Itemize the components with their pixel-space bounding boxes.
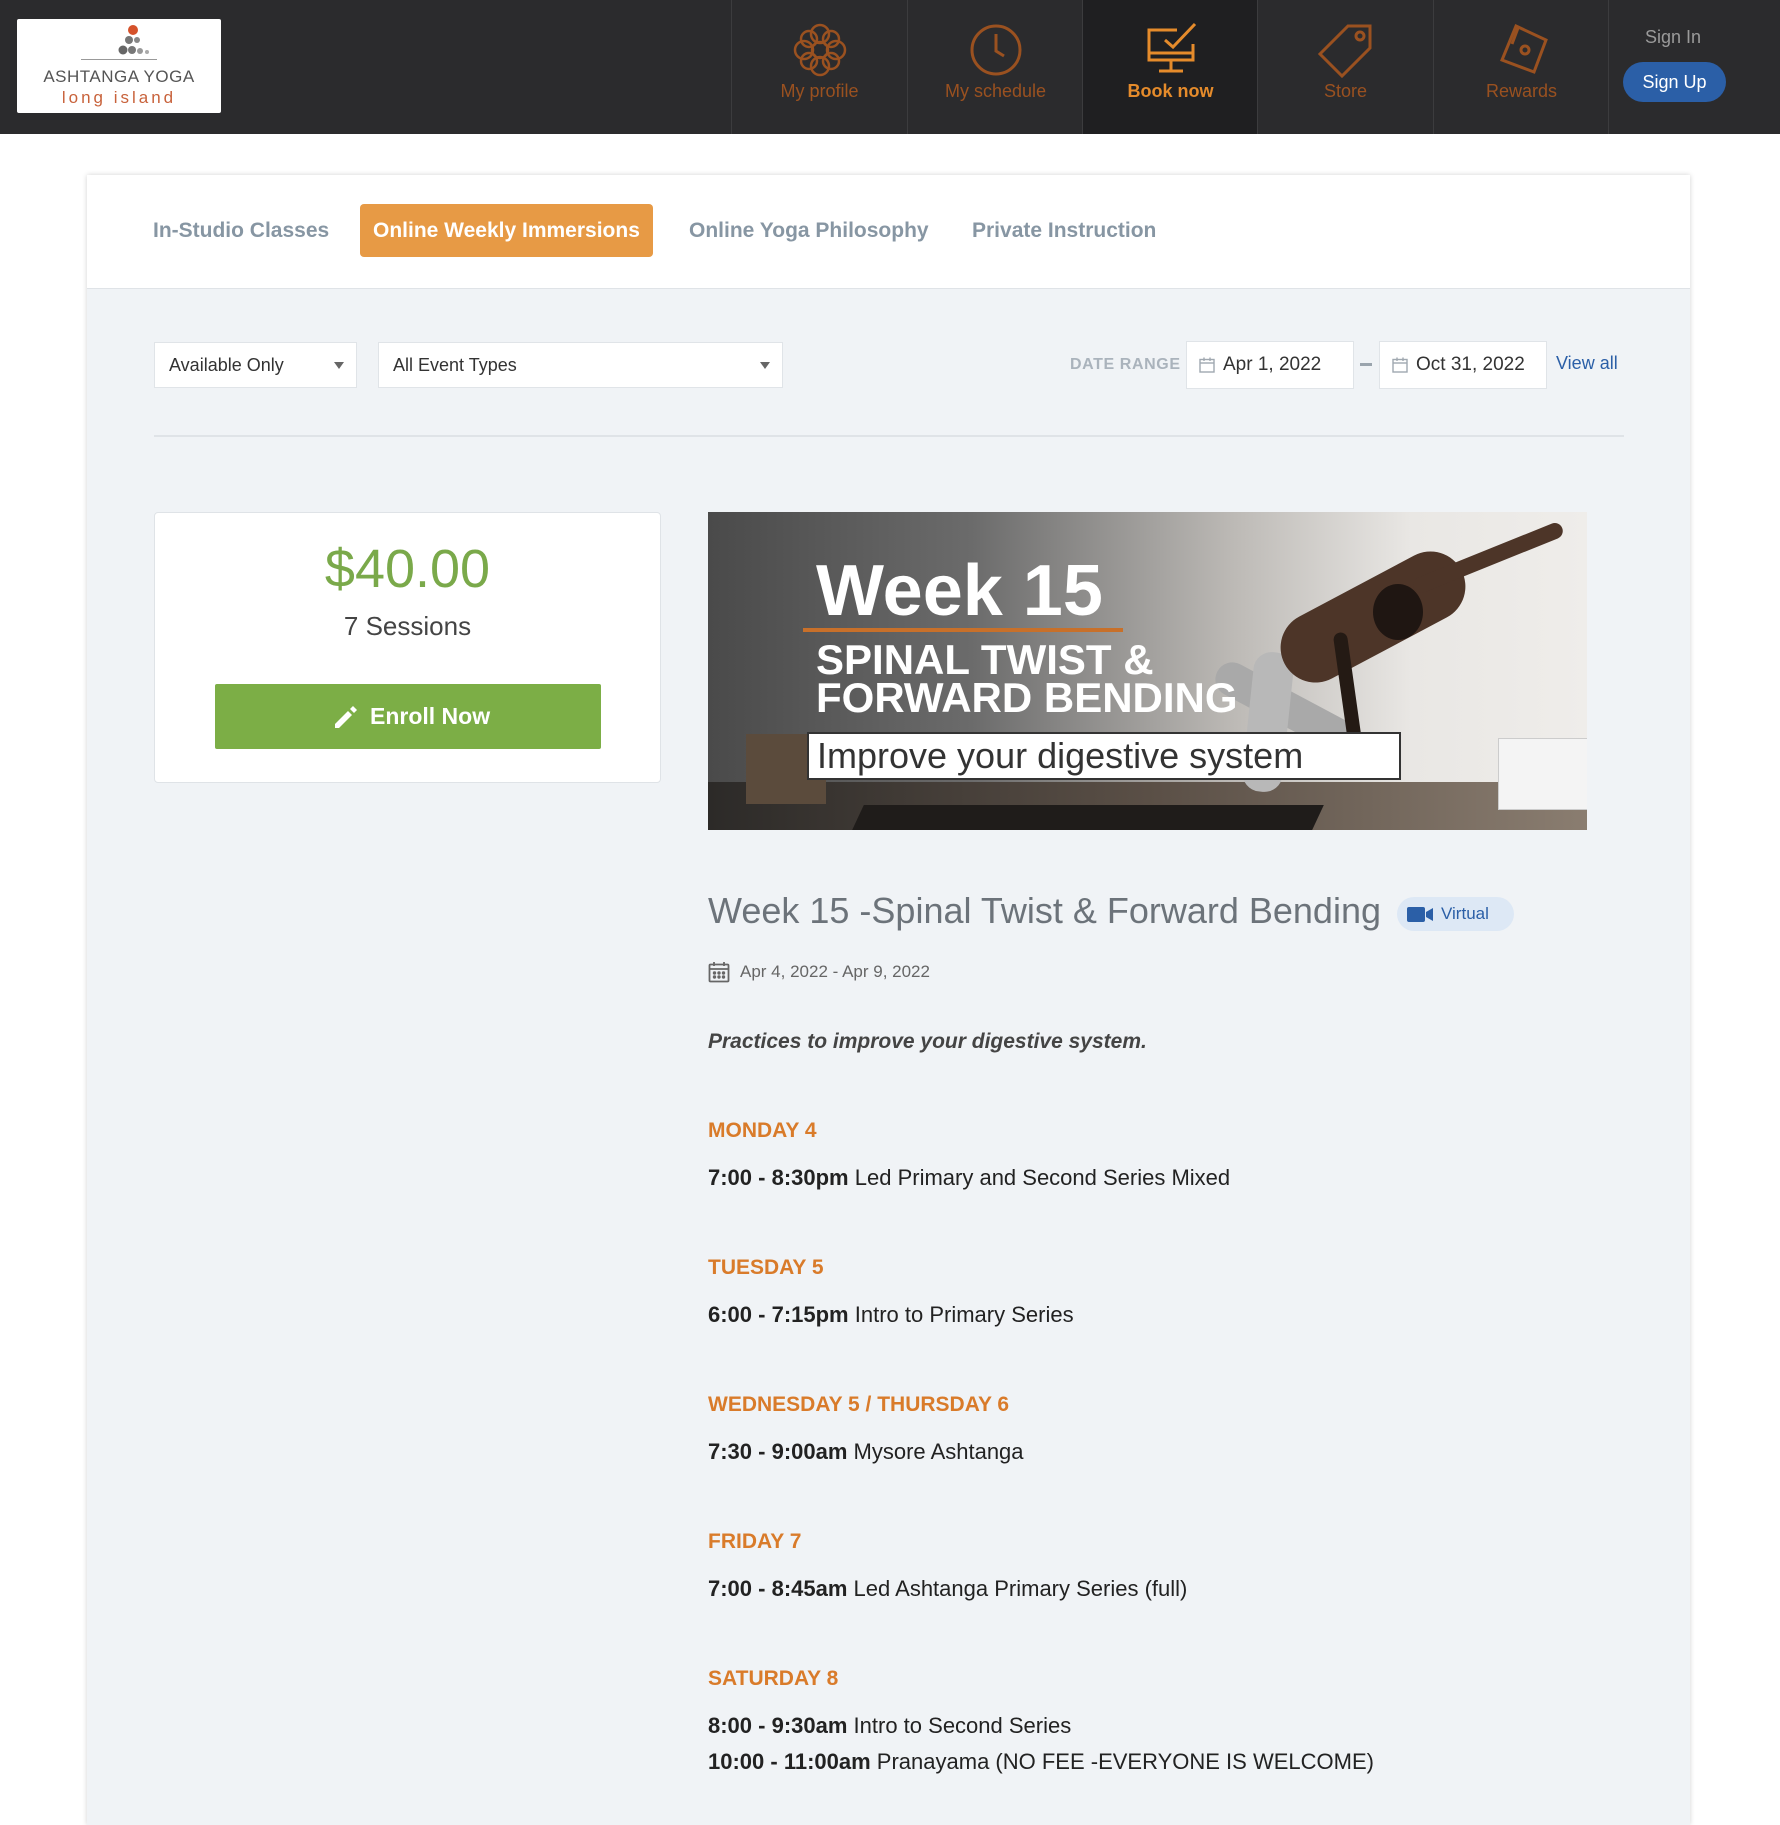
schedule-slot: 7:30 - 9:00am Mysore Ashtanga xyxy=(708,1434,1608,1470)
nav-label: My schedule xyxy=(944,81,1047,101)
slot-class-name: Led Ashtanga Primary Series (full) xyxy=(853,1576,1188,1601)
schedule-day: TUESDAY 5 6:00 - 7:15pm Intro to Primary… xyxy=(708,1252,1608,1389)
monitor-check-icon xyxy=(1147,22,1197,73)
date-range-dash xyxy=(1360,363,1372,366)
availability-value: Available Only xyxy=(169,355,284,375)
slot-time: 7:00 - 8:30pm xyxy=(708,1165,849,1190)
logo-dots-icon xyxy=(118,25,149,55)
event-description: Practices to improve your digestive syst… xyxy=(708,1030,1147,1053)
calendar-icon xyxy=(1199,357,1215,373)
nav-label: Rewards xyxy=(1485,81,1558,101)
calendar-icon xyxy=(1392,357,1408,373)
view-all-link[interactable]: View all xyxy=(1556,353,1618,374)
tab-private-instruction[interactable]: Private Instruction xyxy=(959,204,1169,257)
schedule-slot: 6:00 - 7:15pm Intro to Primary Series xyxy=(708,1297,1608,1333)
tab-in-studio-classes[interactable]: In-Studio Classes xyxy=(140,204,342,257)
chevron-down-icon xyxy=(760,362,770,369)
schedule-slot: 7:00 - 8:45am Led Ashtanga Primary Serie… xyxy=(708,1571,1608,1607)
price-panel: $40.00 7 Sessions Enroll Now xyxy=(154,512,661,783)
day-heading: FRIDAY 7 xyxy=(708,1530,802,1553)
sign-up-button[interactable]: Sign Up xyxy=(1623,62,1726,102)
end-date-value: Oct 31, 2022 xyxy=(1416,354,1525,375)
day-heading: WEDNESDAY 5 / THURSDAY 6 xyxy=(708,1393,1010,1416)
schedule-day: WEDNESDAY 5 / THURSDAY 6 7:30 - 9:00am M… xyxy=(708,1389,1608,1526)
event-type-value: All Event Types xyxy=(393,355,517,375)
auth-area: Sign In Sign Up xyxy=(1608,0,1780,134)
event-dates-text: Apr 4, 2022 - Apr 9, 2022 xyxy=(740,962,930,981)
calendar-icon xyxy=(708,962,730,983)
slot-time: 7:30 - 9:00am xyxy=(708,1439,848,1464)
logo-rule xyxy=(81,59,157,60)
banner-radiator xyxy=(1498,738,1587,810)
nav-label: Store xyxy=(1323,81,1368,101)
virtual-badge-label: Virtual xyxy=(1441,904,1489,923)
banner-yoga-mat xyxy=(852,805,1324,830)
chevron-down-icon xyxy=(334,362,344,369)
event-banner-image: Week 15 SPINAL TWIST & FORWARD BENDING I… xyxy=(708,512,1587,830)
booking-card: In-Studio Classes Online Weekly Immersio… xyxy=(87,175,1690,1825)
logo-text-sub: long island xyxy=(61,88,177,107)
nav-label: My profile xyxy=(780,81,859,101)
schedule-day: FRIDAY 7 7:00 - 8:45am Led Ashtanga Prim… xyxy=(708,1526,1608,1663)
banner-week-title: Week 15 xyxy=(816,551,1103,631)
schedule-day: MONDAY 4 7:00 - 8:30pm Led Primary and S… xyxy=(708,1115,1608,1252)
slot-time: 10:00 - 11:00am xyxy=(708,1749,871,1774)
profile-flower-icon xyxy=(793,23,847,77)
nav-store[interactable]: Store xyxy=(1257,0,1433,134)
day-heading: SATURDAY 8 xyxy=(708,1667,839,1690)
slot-class-name: Mysore Ashtanga xyxy=(853,1439,1024,1464)
banner-figure-head xyxy=(1373,584,1423,640)
session-count: 7 Sessions xyxy=(343,611,472,641)
schedule-slot: 10:00 - 11:00am Pranayama (NO FEE -EVERY… xyxy=(708,1744,1608,1780)
sign-in-link[interactable]: Sign In xyxy=(1609,27,1737,48)
filter-divider xyxy=(154,435,1624,437)
date-range-label: DATE RANGE xyxy=(1070,356,1181,373)
tab-online-weekly-immersions[interactable]: Online Weekly Immersions xyxy=(360,204,653,257)
availability-select[interactable]: Available Only xyxy=(154,342,357,388)
slot-time: 8:00 - 9:30am xyxy=(708,1713,848,1738)
event-type-select[interactable]: All Event Types xyxy=(378,342,783,388)
schedule-slot: 8:00 - 9:30am Intro to Second Series xyxy=(708,1708,1608,1744)
nav-my-schedule[interactable]: My schedule xyxy=(907,0,1083,134)
schedule-day: SATURDAY 8 8:00 - 9:30am Intro to Second… xyxy=(708,1663,1608,1800)
start-date-value: Apr 1, 2022 xyxy=(1223,354,1322,375)
logo-text-main: ASHTANGA YOGA xyxy=(43,67,195,86)
slot-class-name: Pranayama (NO FEE -EVERYONE IS WELCOME) xyxy=(876,1749,1374,1774)
banner-accent-line xyxy=(803,628,1123,632)
weekly-schedule: MONDAY 4 7:00 - 8:30pm Led Primary and S… xyxy=(708,1115,1608,1800)
banner-tagline: Improve your digestive system xyxy=(807,732,1401,780)
day-heading: TUESDAY 5 xyxy=(708,1256,824,1279)
slot-time: 6:00 - 7:15pm xyxy=(708,1302,849,1327)
slot-class-name: Intro to Primary Series xyxy=(854,1302,1074,1327)
category-tabs: In-Studio Classes Online Weekly Immersio… xyxy=(87,175,1690,289)
price-amount: $40.00 xyxy=(324,539,491,599)
end-date-field[interactable]: Oct 31, 2022 xyxy=(1379,341,1547,389)
clock-icon xyxy=(970,24,1022,76)
nav-book-now[interactable]: Book now xyxy=(1082,0,1258,134)
pencil-icon xyxy=(335,706,357,728)
slot-class-name: Led Primary and Second Series Mixed xyxy=(854,1165,1231,1190)
day-heading: MONDAY 4 xyxy=(708,1119,817,1142)
enroll-label: Enroll Now xyxy=(370,703,491,729)
event-title: Week 15 -Spinal Twist & Forward Bending xyxy=(708,890,1381,931)
video-camera-icon xyxy=(1407,907,1433,922)
nav-my-profile[interactable]: My profile xyxy=(731,0,907,134)
slot-time: 7:00 - 8:45am xyxy=(708,1576,848,1601)
nav-rewards[interactable]: Rewards xyxy=(1433,0,1609,134)
tag-icon xyxy=(1318,24,1372,78)
nav-label: Book now xyxy=(1127,81,1214,101)
enroll-now-button[interactable]: Enroll Now xyxy=(215,684,601,749)
start-date-field[interactable]: Apr 1, 2022 xyxy=(1186,341,1354,389)
banner-headline-2: FORWARD BENDING xyxy=(816,674,1238,721)
slot-class-name: Intro to Second Series xyxy=(853,1713,1072,1738)
virtual-badge: Virtual xyxy=(1397,897,1514,931)
studio-logo[interactable]: ASHTANGA YOGA long island xyxy=(17,19,221,113)
ticket-icon xyxy=(1500,23,1548,74)
top-navigation-bar: ASHTANGA YOGA long island My profile My … xyxy=(0,0,1780,134)
schedule-slot: 7:00 - 8:30pm Led Primary and Second Ser… xyxy=(708,1160,1608,1196)
tab-online-yoga-philosophy[interactable]: Online Yoga Philosophy xyxy=(676,204,942,257)
